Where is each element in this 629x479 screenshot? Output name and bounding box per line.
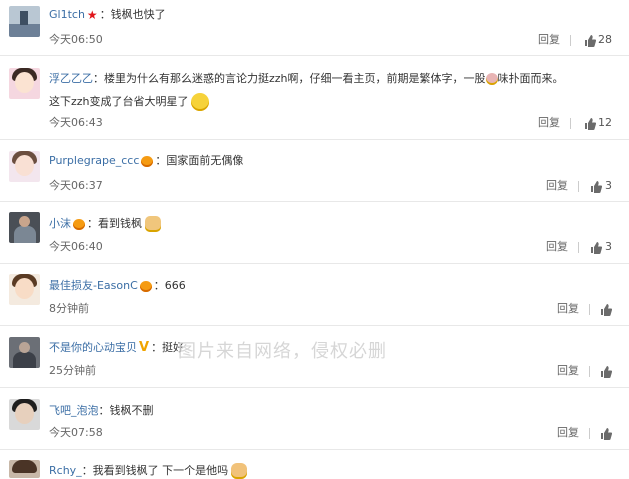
divider	[570, 35, 571, 46]
like-count: 28	[598, 33, 612, 46]
timestamp: 25分钟前	[49, 364, 96, 377]
like-count: 3	[605, 240, 612, 253]
cat-emoji-icon	[231, 463, 248, 479]
avatar[interactable]	[9, 212, 40, 243]
comment-text: 这下zzh变成了台省大明星了	[49, 95, 189, 108]
comment-line: 这下zzh变成了台省大明星了	[49, 93, 209, 111]
divider	[0, 263, 629, 264]
username[interactable]: Purplegrape_ccc	[49, 154, 139, 167]
comment-text: ：楼里为什么有那么迷惑的言论力挺zzh啊，仔细一看主页，前期是繁体字，一股	[93, 72, 486, 85]
avatar[interactable]	[9, 68, 40, 99]
username[interactable]: 飞吧_泡泡	[49, 404, 99, 417]
divider	[578, 242, 579, 253]
crown-badge-icon	[141, 155, 154, 167]
divider	[589, 366, 590, 377]
divider	[0, 449, 629, 450]
thumbs-up-icon[interactable]	[590, 241, 602, 254]
reply-link[interactable]: 回复	[538, 116, 560, 130]
timestamp: 今天06:43	[49, 116, 103, 129]
avatar[interactable]	[9, 274, 40, 305]
username[interactable]: Gl1tch	[49, 8, 85, 21]
star-badge-icon: ★	[86, 8, 98, 22]
divider	[0, 55, 629, 56]
comment-text: ：国家面前无偶像	[155, 154, 244, 167]
reply-link[interactable]: 回复	[557, 302, 579, 316]
divider	[589, 428, 590, 439]
comment-text: ：看到钱枫	[87, 217, 142, 230]
username[interactable]: 小沫	[49, 217, 71, 230]
timestamp: 今天07:58	[49, 426, 103, 439]
doge-emoji-icon	[145, 216, 161, 232]
comment-text: ：我看到钱枫了 下一个是他吗	[81, 464, 229, 477]
avatar[interactable]	[9, 6, 40, 37]
divider	[0, 139, 629, 140]
timestamp: 今天06:37	[49, 179, 103, 192]
username[interactable]: 不是你的心动宝贝	[49, 341, 137, 354]
comment-line: 飞吧_泡泡：钱枫不删	[49, 403, 154, 419]
thumbs-up-icon[interactable]	[584, 34, 596, 47]
crown-badge-icon	[139, 280, 152, 292]
like-count: 3	[605, 179, 612, 192]
avatar[interactable]	[9, 460, 40, 478]
comment-text: ：钱枫不删	[98, 404, 154, 417]
username[interactable]: 浮乙乙乙	[49, 72, 93, 85]
comment-text: ：钱枫也快了	[99, 8, 166, 21]
timestamp: 今天06:40	[49, 240, 103, 253]
timestamp: 8分钟前	[49, 302, 89, 315]
comment-line: Purplegrape_ccc ：国家面前无偶像	[49, 153, 243, 169]
comment-text-continued: 味扑面而来。	[497, 72, 564, 85]
comment-line: 浮乙乙乙：楼里为什么有那么迷惑的言论力挺zzh啊，仔细一看主页，前期是繁体字，一…	[49, 71, 564, 87]
watermark: 图片来自网络，侵权必删	[178, 341, 387, 362]
divider	[589, 304, 590, 315]
thumbs-up-icon[interactable]	[584, 117, 596, 130]
comment-line: Rchy_：我看到钱枫了 下一个是他吗	[49, 463, 248, 479]
thumbs-up-icon[interactable]	[590, 180, 602, 193]
comment-line: 小沫 ：看到钱枫	[49, 216, 161, 232]
thumbs-up-icon[interactable]	[600, 365, 612, 378]
reply-link[interactable]: 回复	[546, 240, 568, 254]
verified-badge-icon: V	[139, 340, 150, 355]
divider	[578, 181, 579, 192]
avatar[interactable]	[9, 151, 40, 182]
thumbs-up-icon[interactable]	[600, 303, 612, 316]
comment-line: 不是你的心动宝贝 V ：挺好	[49, 340, 184, 356]
reply-link[interactable]: 回复	[557, 426, 579, 440]
comment-text: ：666	[153, 279, 186, 292]
divider	[0, 201, 629, 202]
username[interactable]: Rchy_	[49, 464, 82, 477]
reply-link[interactable]: 回复	[546, 179, 568, 193]
divider	[0, 387, 629, 388]
comment-line: 最佳损友-EasonC ：666	[49, 278, 186, 294]
avatar[interactable]	[9, 399, 40, 430]
comment-line: Gl1tch ★ ：钱枫也快了	[49, 7, 166, 23]
thumbs-up-icon[interactable]	[600, 427, 612, 440]
grin-emoji-icon	[190, 93, 209, 111]
divider	[0, 325, 629, 326]
divider	[570, 118, 571, 129]
crown-badge-icon	[73, 218, 85, 230]
like-count: 12	[598, 116, 612, 129]
username[interactable]: 最佳损友-EasonC	[49, 279, 138, 292]
reply-link[interactable]: 回复	[538, 33, 560, 47]
emoji-icon	[485, 73, 498, 85]
reply-link[interactable]: 回复	[557, 364, 579, 378]
timestamp: 今天06:50	[49, 33, 103, 46]
avatar[interactable]	[9, 337, 40, 368]
